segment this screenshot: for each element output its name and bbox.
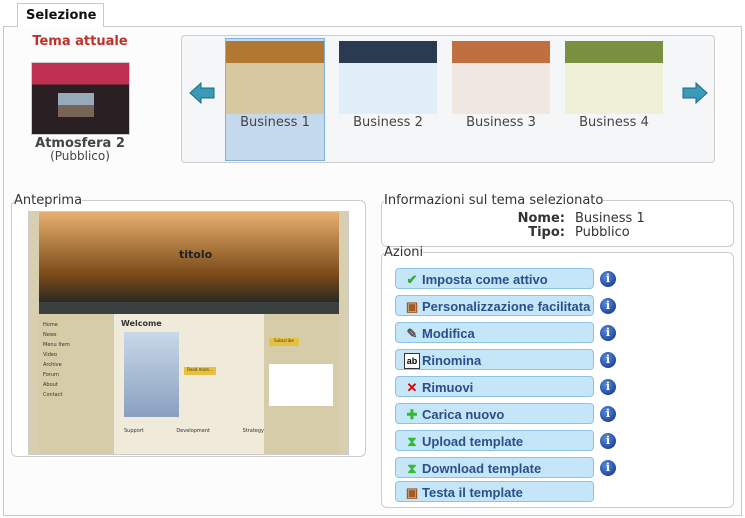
info-icon[interactable]: i xyxy=(600,325,616,341)
action-personalizzazione-facilitata-button[interactable]: ▣ Personalizzazione facilitata xyxy=(395,295,594,316)
preview-nav-item: News xyxy=(43,332,57,338)
download-icon: ⧗ xyxy=(407,460,417,476)
theme-info-legend: Informazioni sul tema selezionato xyxy=(384,193,604,208)
action-label: Imposta come attivo xyxy=(422,272,548,287)
action-label: Rimuovi xyxy=(422,380,474,395)
preview-legend: Anteprima xyxy=(14,193,83,208)
theme-thumb-1[interactable]: Business 1 xyxy=(225,38,325,161)
info-icon[interactable]: i xyxy=(600,271,616,287)
preview-nav-item: About xyxy=(43,382,58,388)
current-theme-heading: Tema attuale xyxy=(32,34,128,49)
theme-thumb-3[interactable]: Business 3 xyxy=(451,38,551,161)
action-label: Carica nuovo xyxy=(422,407,505,422)
preview-section: Strategy xyxy=(242,428,264,434)
rename-icon: ab xyxy=(404,352,420,369)
action-label: Upload template xyxy=(422,434,524,449)
action-label: Modifica xyxy=(422,326,475,341)
theme-thumbnail-image xyxy=(339,41,437,114)
action-carica-nuovo-button[interactable]: ✚ Carica nuovo xyxy=(395,403,594,424)
info-icon[interactable]: i xyxy=(600,433,616,449)
type-value: Pubblico xyxy=(575,225,630,240)
preview-section: Development xyxy=(176,428,210,434)
info-icon[interactable]: i xyxy=(600,379,616,395)
preview-nav-item: Contact xyxy=(43,392,63,398)
theme-thumb-2[interactable]: Business 2 xyxy=(338,38,438,161)
arrow-left-icon[interactable] xyxy=(189,82,215,104)
actions-legend: Azioni xyxy=(384,245,424,260)
action-testa-il-template-button[interactable]: ▣ Testa il template xyxy=(395,481,594,502)
action-rimuovi-button[interactable]: ✕ Rimuovi xyxy=(395,376,594,397)
action-upload-template-button[interactable]: ⧗ Upload template xyxy=(395,430,594,451)
info-icon[interactable]: i xyxy=(600,298,616,314)
current-theme-thumbnail xyxy=(31,62,130,135)
upload-icon: ⧗ xyxy=(407,433,417,449)
tab-selezione[interactable]: Selezione xyxy=(17,3,104,27)
check-icon: ✔ xyxy=(406,271,418,287)
name-value: Business 1 xyxy=(575,211,645,226)
action-label: Personalizzazione facilitata xyxy=(422,299,591,314)
current-theme-type: (Pubblico) xyxy=(50,149,110,163)
theme-preview-image: titolo Home News Menu Item Video Archive Foru… xyxy=(28,211,349,455)
action-label: Download template xyxy=(422,461,542,476)
preview-section: Support xyxy=(124,428,144,434)
preview-read-more: Read more... xyxy=(184,367,216,375)
action-label: Rinomina xyxy=(422,353,482,368)
preview-nav-item: Home xyxy=(43,322,58,328)
pencil-icon: ✎ xyxy=(406,325,418,341)
delete-icon: ✕ xyxy=(406,379,418,395)
theme-thumb-label: Business 3 xyxy=(466,115,536,130)
paint-icon: ▣ xyxy=(405,484,419,500)
theme-thumb-label: Business 1 xyxy=(240,115,310,130)
paint-icon: ▣ xyxy=(405,298,419,314)
preview-welcome: Welcome xyxy=(121,319,162,328)
preview-site-title: titolo xyxy=(179,248,213,261)
info-icon[interactable]: i xyxy=(600,460,616,476)
preview-nav-item: Menu Item xyxy=(43,342,70,348)
action-download-template-button[interactable]: ⧗ Download template xyxy=(395,457,594,478)
theme-thumb-label: Business 4 xyxy=(579,115,649,130)
preview-nav-item: Forum xyxy=(43,372,59,378)
theme-thumb-4[interactable]: Business 4 xyxy=(564,38,664,161)
info-icon[interactable]: i xyxy=(600,406,616,422)
theme-thumbnail-image xyxy=(226,41,324,114)
arrow-right-icon[interactable] xyxy=(682,82,708,104)
theme-thumbnail-image xyxy=(452,41,550,114)
plus-icon: ✚ xyxy=(406,406,418,422)
action-modifica-button[interactable]: ✎ Modifica xyxy=(395,322,594,343)
theme-thumb-label: Business 2 xyxy=(353,115,423,130)
type-label: Tipo: xyxy=(528,225,565,240)
info-icon[interactable]: i xyxy=(600,352,616,368)
preview-nav-item: Archive xyxy=(43,362,62,368)
theme-thumbnail-image xyxy=(565,41,663,114)
action-label: Testa il template xyxy=(422,485,523,500)
name-label: Nome: xyxy=(517,211,565,226)
preview-nav-item: Video xyxy=(43,352,58,358)
preview-subscribe: Subscribe xyxy=(269,338,299,346)
action-imposta-come-attivo-button[interactable]: ✔ Imposta come attivo xyxy=(395,268,594,289)
action-rinomina-button[interactable]: ab Rinomina xyxy=(395,349,594,370)
